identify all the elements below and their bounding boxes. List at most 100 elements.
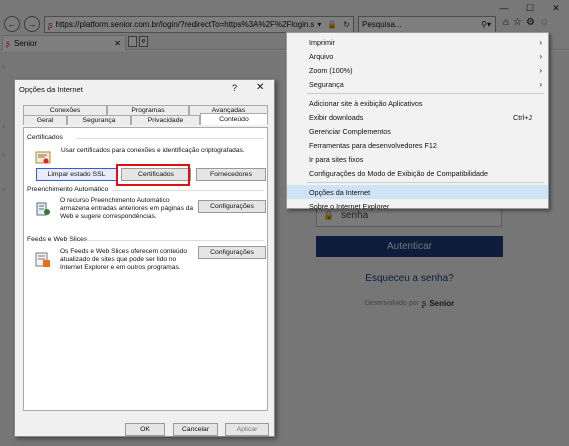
menu-item-label: Arquivo [309,51,334,61]
section-divider [86,240,264,241]
refresh-icon[interactable]: ↻ [343,20,353,29]
chevron-right-icon: › [539,37,542,47]
menu-item-label: Opções da Internet [309,187,371,197]
certificate-icon [35,150,51,166]
feeds-description: Os Feeds e Web Slices oferecem conteúdo … [60,248,188,271]
chevron-right-icon: › [2,184,5,194]
browser-toolbar: — ☐ ✕ ← → ʂ https://platform.senior.com.… [0,0,569,34]
ie-logo-icon: e [139,36,148,47]
senior-logo-icon: ʂ [421,298,427,308]
tab-close-icon[interactable]: ✕ [114,39,125,48]
menu-item-manage-addons[interactable]: Gerenciar Complementos [287,124,548,138]
address-bar[interactable]: ʂ https://platform.senior.com.br/login/?… [44,16,354,33]
tab-general[interactable]: Geral [23,115,67,125]
menu-shortcut: Ctrl+J [513,112,532,122]
section-divider [76,138,264,139]
menu-separator [307,93,544,94]
menu-item-print[interactable]: Imprimir › [287,35,548,49]
dialog-title: Opções da Internet [19,85,83,94]
powered-by-text: Desenvolvido por [364,299,419,307]
senior-favicon-icon: ʂ [6,38,10,48]
feeds-heading: Feeds e Web Slices [27,236,88,243]
certificates-description: Usar certificados para conexões e identi… [61,147,245,154]
address-url[interactable]: https://platform.senior.com.br/login/?re… [56,20,315,29]
maximize-button[interactable]: ☐ [517,0,543,16]
menu-item-about-ie[interactable]: Sobre o Internet Explorer [287,199,548,213]
cancel-button[interactable]: Cancelar [173,423,218,436]
menu-item-view-downloads[interactable]: Exibir downloads Ctrl+J [287,110,548,124]
dropdown-icon[interactable]: ▾ [317,20,324,29]
tab-row-bottom: Geral Segurança Privacidade Conteúdo [23,113,268,125]
ok-button[interactable]: OK [125,423,165,436]
menu-item-zoom[interactable]: Zoom (100%) › [287,63,548,77]
window-controls: — ☐ ✕ [491,0,569,16]
smiley-feedback-icon[interactable]: ☺ [539,17,549,28]
menu-item-label: Ferramentas para desenvolvedores F12 [309,140,437,150]
apply-button[interactable]: Aplicar [225,423,269,436]
authenticate-button[interactable]: Autenticar [316,236,503,257]
tab-security[interactable]: Segurança [67,115,131,125]
chevron-right-icon: › [539,51,542,61]
menu-item-compat-view[interactable]: Configurações do Modo de Exibição de Com… [287,166,548,180]
minimize-button[interactable]: — [491,0,517,16]
forgot-password-link[interactable]: Esqueceu a senha? [316,273,503,284]
menu-item-internet-options[interactable]: Opções da Internet [287,185,548,199]
search-input[interactable]: Pesquisa... [362,20,402,29]
chevron-right-icon: › [539,79,542,89]
menu-item-label: Ir para sites fixos [309,154,364,164]
menu-item-label: Zoom (100%) [309,65,353,75]
autocomplete-settings-button[interactable]: Configurações [198,200,266,213]
help-button[interactable]: ? [232,83,237,93]
tab-content[interactable]: Conteúdo [200,113,268,125]
clear-ssl-state-button[interactable]: Limpar estado SSL [36,168,117,181]
tab-privacy[interactable]: Privacidade [131,115,200,125]
brand-name: Senior [429,298,455,308]
tab-title: Senior [14,38,38,48]
menu-item-pinned-sites[interactable]: Ir para sites fixos [287,152,548,166]
menu-item-dev-tools[interactable]: Ferramentas para desenvolvedores F12 [287,138,548,152]
chevron-right-icon: › [539,65,542,75]
back-arrow-icon: ← [7,19,17,29]
autocomplete-icon [35,201,51,217]
internet-options-dialog: Opções da Internet ? ✕ Conexões Programa… [14,79,275,437]
menu-item-label: Configurações do Modo de Exibição de Com… [309,168,488,178]
feeds-icon [35,252,51,268]
tools-menu: Imprimir › Arquivo › Zoom (100%) › Seguranç… [286,32,549,211]
powered-by: Desenvolvido por ʂ Senior [316,298,503,308]
chevron-right-icon: › [2,149,5,159]
highlight-box [116,164,190,186]
tab-connections[interactable]: Conexões [23,105,107,115]
search-icon[interactable]: ⚲▾ [481,20,495,29]
new-tab-icon [128,36,137,47]
section-divider [112,190,264,191]
new-tab-button[interactable]: e [128,36,150,49]
forward-arrow-icon: → [27,19,37,29]
menu-separator [307,182,544,183]
home-icon[interactable]: ⌂ [503,17,509,28]
tab-programs[interactable]: Programas [107,105,189,115]
gear-icon[interactable]: ⚙ [526,17,535,28]
search-box[interactable]: Pesquisa... ⚲▾ [358,16,496,33]
certificates-heading: Certificados [27,134,63,141]
autocomplete-description: O recurso Preenchimento Automático armaz… [60,197,194,220]
menu-item-file[interactable]: Arquivo › [287,49,548,63]
lock-icon[interactable]: 🔒 [327,20,340,29]
chevron-right-icon: › [2,121,5,131]
back-button[interactable]: ← [4,16,20,32]
menu-item-label: Adicionar site à exibição Aplicativos [309,98,423,108]
menu-item-label: Gerenciar Complementos [309,126,391,136]
feeds-settings-button[interactable]: Configurações [198,246,266,259]
tab-senior[interactable]: ʂ Senior ✕ [2,35,126,50]
menu-item-label: Imprimir [309,37,335,47]
menu-item-add-site-apps[interactable]: Adicionar site à exibição Aplicativos [287,96,548,110]
menu-item-security[interactable]: Segurança › [287,77,548,91]
forward-button[interactable]: → [24,16,40,32]
menu-item-label: Sobre o Internet Explorer [309,201,390,211]
publishers-button[interactable]: Fornecedores [196,168,266,181]
dialog-close-button[interactable]: ✕ [256,82,264,93]
menu-item-label: Segurança [309,79,344,89]
toolbar-icons: ⌂ ☆ ⚙ ☺ [503,17,549,28]
senior-favicon-icon: ʂ [48,19,53,30]
close-window-button[interactable]: ✕ [543,0,569,16]
favorites-star-icon[interactable]: ☆ [513,17,522,28]
